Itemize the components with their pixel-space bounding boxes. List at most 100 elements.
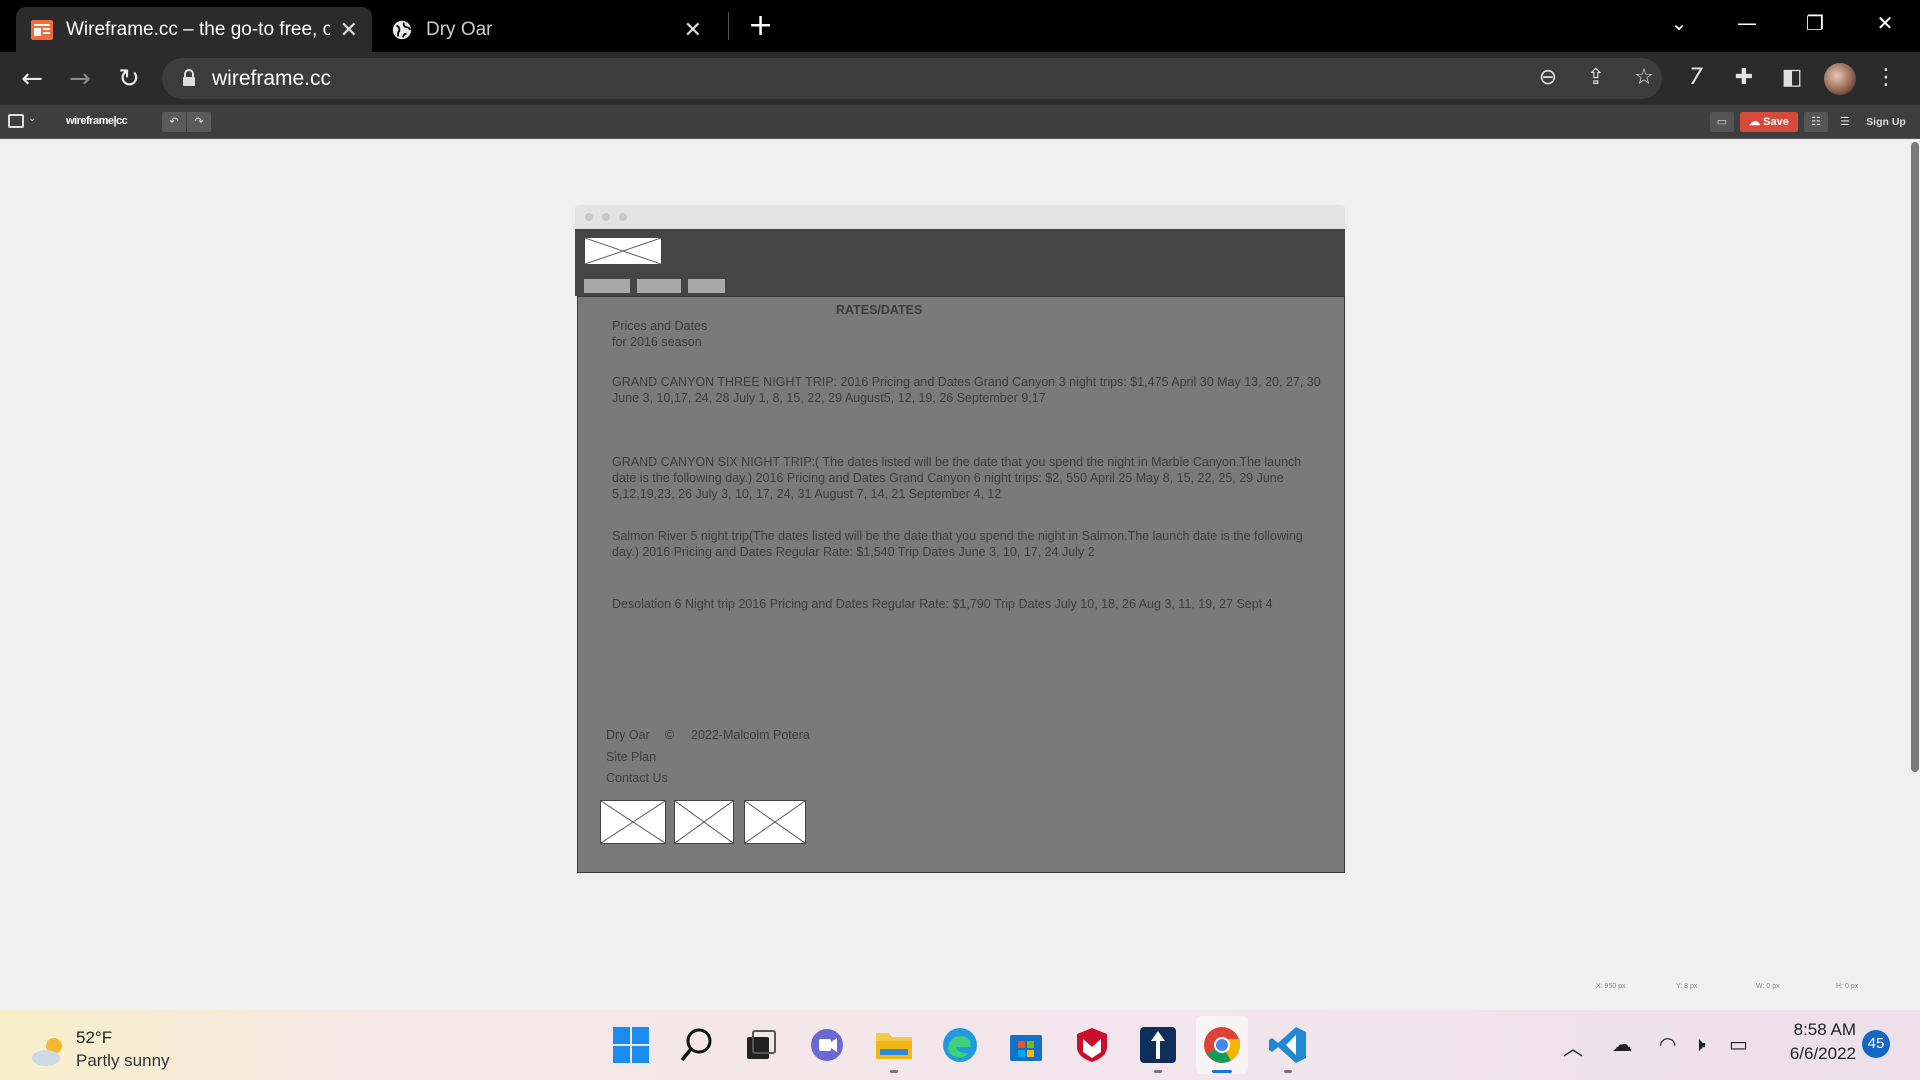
vscode-icon[interactable] [1268, 1025, 1308, 1065]
reload-icon[interactable]: ↻ [112, 62, 146, 96]
width-readout: W: 0 px [1756, 983, 1780, 990]
running-indicator [1212, 1070, 1232, 1073]
copyright-icon: © [665, 728, 675, 742]
notification-badge[interactable]: 45 [1862, 1030, 1890, 1058]
close-tab-icon[interactable]: ✕ [340, 17, 358, 43]
window-dot [619, 213, 627, 221]
cloud-icon: ☁ [1749, 116, 1761, 128]
trip-paragraph: Desolation 6 Night trip 2016 Pricing and… [612, 597, 1273, 611]
coordinate-readout: X: 950 px Y: 8 px W: 0 px H: 0 px [0, 983, 1920, 995]
tab-dry-oar[interactable]: Dry Oar ✕ [376, 7, 716, 52]
teams-chat-icon[interactable] [807, 1025, 847, 1065]
trip-paragraph: GRAND CANYON THREE NIGHT TRIP: 2016 Pric… [612, 375, 1321, 405]
show-hidden-icons-chevron-icon[interactable]: ︿ [1563, 1032, 1583, 1061]
address-bar[interactable]: wireframe.cc ⊖ ⇪ ☆ [162, 58, 1662, 99]
speaker-muted-icon[interactable]: 🕨 [1693, 1032, 1706, 1056]
chevron-down-icon[interactable]: ⌄ [28, 113, 36, 124]
save-label: Save [1763, 116, 1789, 128]
undo-icon[interactable]: ↶ [162, 112, 186, 132]
height-readout: H: 0 px [1836, 983, 1859, 990]
wireframe-header[interactable] [575, 229, 1345, 296]
partly-sunny-icon [32, 1038, 62, 1066]
chrome-icon[interactable] [1202, 1025, 1242, 1065]
microsoft-store-icon[interactable] [1006, 1025, 1046, 1065]
scrollbar-thumb[interactable] [1911, 142, 1919, 772]
tab-divider [728, 12, 729, 40]
contact-us-link[interactable]: Contact Us [606, 770, 668, 786]
trip-paragraph: Salmon River 5 night trip(The dates list… [612, 529, 1303, 559]
nav-placeholder[interactable] [584, 279, 630, 293]
task-view-icon[interactable] [741, 1025, 781, 1065]
windows-taskbar: 52°F Partly sunny ︿ ☁ ◠ 🕨 ▭ 8:58 AM 6/6/… [0, 1010, 1920, 1080]
side-panel-icon[interactable]: ◧ [1776, 62, 1808, 94]
vertical-scrollbar[interactable] [1910, 139, 1920, 1009]
logo-image-placeholder[interactable] [584, 237, 662, 265]
lock-icon [183, 69, 195, 86]
social-image-placeholder[interactable] [674, 800, 734, 844]
y-coordinate: Y: 8 px [1676, 983, 1698, 990]
sign-up-link[interactable]: Sign Up [1858, 112, 1914, 132]
page-mode-icon[interactable] [8, 114, 24, 128]
nav-placeholder[interactable] [688, 279, 725, 293]
comment-icon[interactable]: ▭ [1710, 112, 1734, 132]
tab-wireframe[interactable]: Wireframe.cc – the go-to free, on ✕ [16, 7, 372, 52]
running-indicator [890, 1070, 898, 1073]
clock-time[interactable]: 8:58 AM [1778, 1020, 1856, 1040]
footer-copyright: 2022-Malcolm Potera [691, 728, 810, 742]
wireframe-window-titlebar [575, 205, 1345, 229]
social-image-placeholder[interactable] [744, 800, 806, 844]
weather-condition: Partly sunny [76, 1051, 170, 1070]
hamburger-menu-icon[interactable]: ☰ [1836, 112, 1854, 132]
close-tab-icon[interactable]: ✕ [684, 17, 702, 43]
app-arrow-icon[interactable] [1138, 1025, 1178, 1065]
edge-browser-icon[interactable] [940, 1025, 980, 1065]
settings-sliders-icon[interactable]: ☷ [1804, 112, 1828, 132]
running-indicator [1284, 1070, 1292, 1073]
profile-avatar[interactable] [1824, 63, 1856, 95]
tab-title: Dry Oar [426, 18, 493, 40]
extension-badge[interactable]: 7 [1680, 62, 1712, 94]
minimize-icon[interactable]: — [1722, 8, 1772, 38]
share-icon[interactable]: ⇪ [1580, 62, 1612, 94]
menu-kebab-icon[interactable]: ⋮ [1870, 62, 1902, 94]
wireframe-app-bar: ⌄ wireframe|cc ↶ ↷ ▭ ☁ Save ☷ ☰ Sign Up [0, 105, 1920, 139]
battery-icon[interactable]: ▭ [1729, 1032, 1748, 1056]
tab-search-icon[interactable]: ⌄ [1654, 8, 1704, 38]
social-image-placeholder[interactable] [600, 800, 666, 844]
browser-tab-bar: Wireframe.cc – the go-to free, on ✕ Dry … [0, 0, 1920, 52]
running-indicator [1154, 1070, 1162, 1073]
content-heading: RATES/DATES [836, 303, 923, 317]
windows-start-icon[interactable] [611, 1025, 651, 1065]
close-window-icon[interactable]: ✕ [1860, 8, 1910, 38]
nav-placeholder[interactable] [637, 279, 681, 293]
search-icon[interactable] [677, 1025, 717, 1065]
intro-line: for 2016 season [612, 335, 702, 349]
wireframe-browser-window[interactable]: RATES/DATES Prices and Dates for 2016 se… [575, 205, 1345, 873]
zoom-icon[interactable]: ⊖ [1532, 62, 1564, 94]
url-text: wireframe.cc [212, 67, 332, 90]
redo-icon[interactable]: ↷ [187, 112, 211, 132]
onedrive-cloud-icon[interactable]: ☁ [1612, 1032, 1632, 1056]
back-icon[interactable]: ← [15, 62, 49, 96]
file-explorer-icon[interactable] [874, 1025, 914, 1065]
restore-icon[interactable]: ❐ [1790, 8, 1840, 38]
tab-title: Wireframe.cc – the go-to free, on [66, 18, 330, 40]
browser-toolbar: ← → ↻ wireframe.cc ⊖ ⇪ ☆ 7 ✚ ◧ ⋮ [0, 52, 1920, 105]
x-coordinate: X: 950 px [1596, 983, 1626, 990]
window-dot [602, 213, 610, 221]
app-logo[interactable]: wireframe|cc [66, 115, 128, 127]
site-plan-link[interactable]: Site Plan [606, 749, 656, 765]
bookmark-star-icon[interactable]: ☆ [1628, 62, 1660, 94]
intro-line: Prices and Dates [612, 319, 708, 333]
new-tab-icon[interactable]: + [748, 8, 773, 43]
mcafee-icon[interactable] [1072, 1025, 1112, 1065]
save-button[interactable]: ☁ Save [1740, 112, 1798, 132]
wifi-icon[interactable]: ◠ [1659, 1032, 1676, 1056]
wireframe-content-area[interactable]: RATES/DATES Prices and Dates for 2016 se… [577, 296, 1345, 873]
globe-icon [392, 20, 412, 39]
trip-paragraph: GRAND CANYON SIX NIGHT TRIP:( The dates … [612, 455, 1302, 501]
clock-date[interactable]: 6/6/2022 [1772, 1044, 1856, 1064]
extensions-puzzle-icon[interactable]: ✚ [1728, 62, 1760, 94]
forward-icon[interactable]: → [63, 62, 97, 96]
temperature: 52°F [76, 1028, 113, 1047]
